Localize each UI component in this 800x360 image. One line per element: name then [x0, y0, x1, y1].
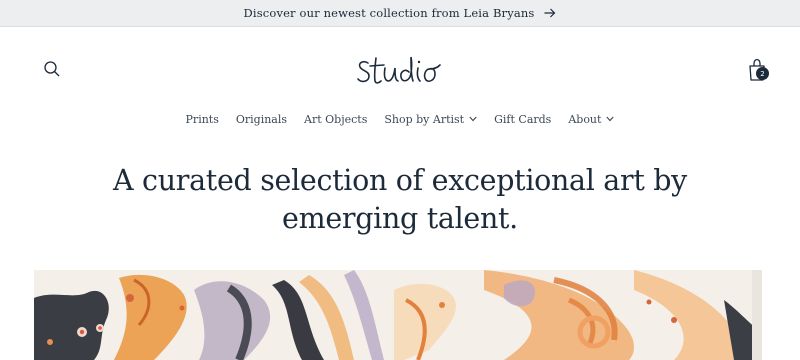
announcement-text[interactable]: Discover our newest collection from Leia…	[244, 6, 535, 20]
chevron-down-icon	[606, 116, 615, 122]
nav-item-originals[interactable]: Originals	[236, 113, 287, 126]
cart-count-badge: 2	[756, 67, 769, 80]
nav-item-art-objects[interactable]: Art Objects	[304, 113, 367, 126]
site-header: 2	[0, 28, 800, 112]
nav-item-shop-by-artist[interactable]: Shop by Artist	[384, 113, 477, 126]
nav-item-about[interactable]: About	[568, 113, 615, 126]
chevron-down-icon	[469, 116, 477, 122]
arrow-right-icon[interactable]	[544, 8, 556, 18]
announcement-bar[interactable]: Discover our newest collection from Leia…	[0, 0, 800, 27]
hero-heading: A curated selection of exceptional art b…	[113, 164, 687, 235]
main-navigation: Prints Originals Art Objects Shop by Art…	[0, 108, 800, 130]
search-icon[interactable]	[43, 60, 63, 80]
nav-item-gift-cards[interactable]: Gift Cards	[494, 113, 551, 126]
studio-logo[interactable]	[354, 54, 450, 88]
nav-item-prints[interactable]: Prints	[186, 113, 219, 126]
hero-artwork-image[interactable]	[34, 270, 762, 360]
